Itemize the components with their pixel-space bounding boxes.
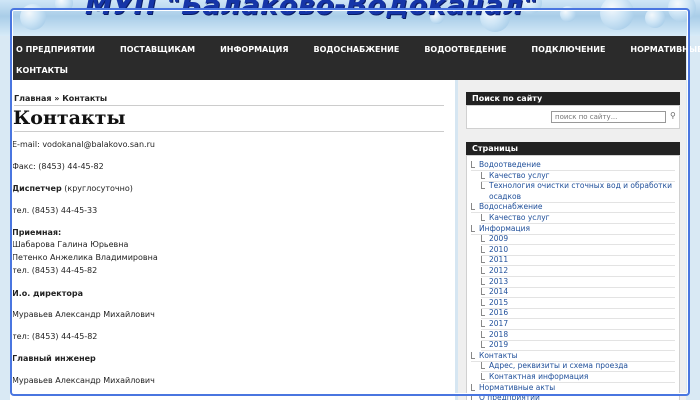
page-list-separator (481, 339, 675, 341)
page-list-item[interactable]: Нормативные акты (479, 383, 555, 392)
page-list-separator (481, 286, 675, 288)
page-list-bullet (481, 256, 485, 264)
page-list-subitem[interactable]: 2010 (489, 245, 508, 254)
page-list-subitem[interactable]: 2016 (489, 308, 508, 317)
breadcrumb: Главная » Контакты (14, 94, 107, 103)
page-list-bullet (481, 182, 485, 190)
page-list-bullet (471, 394, 475, 400)
nav-item-water-supply[interactable]: ВОДОСНАБЖЕНИЕ (314, 45, 400, 54)
title-divider (14, 131, 444, 132)
page-list-bullet (481, 330, 485, 338)
page-list-item[interactable]: Контакты (479, 351, 518, 360)
dispatcher-note: (круглосуточно) (64, 184, 133, 193)
page-list-bullet (481, 373, 485, 380)
page-list-bullet (481, 277, 485, 285)
page-list-subitem[interactable]: Контактная информация (489, 372, 588, 381)
reception-label: Приемная: (12, 228, 62, 237)
page-list-subitem[interactable]: Качество услуг (489, 213, 550, 222)
page-list-separator (481, 307, 675, 309)
page-list-bullet (481, 320, 485, 327)
page-list-bullet (481, 171, 485, 179)
search-widget: ⚲ (466, 105, 680, 129)
reception-person-2: Петенко Анжелика Владимировна (12, 253, 158, 262)
nav-item-contacts[interactable]: КОНТАКТЫ (16, 66, 68, 75)
site-title[interactable]: МУП "Балаково-Водоканал" (85, 0, 538, 21)
pages-widget-title: Страницы (466, 142, 680, 155)
breadcrumb-separator: » (54, 94, 60, 103)
fax-line: Факс: (8453) 44-45-82 (12, 162, 104, 171)
page-list-bullet (481, 362, 485, 370)
page-list-bullet (471, 383, 475, 391)
page-list-bullet (481, 267, 485, 274)
page-list-bullet (471, 161, 475, 168)
page-list-bullet (481, 298, 485, 306)
page-list-separator (481, 297, 675, 299)
page-list-bullet (481, 341, 485, 349)
page-list-subitem[interactable]: 2009 (489, 234, 508, 243)
page-list-subitem[interactable]: Технология очистки сточных вод и обработ… (489, 181, 672, 190)
page-list-bullet (471, 203, 475, 211)
reception-person-1: Шабарова Галина Юрьевна (12, 240, 129, 249)
main-navigation: О ПРЕДПРИЯТИИ ПОСТАВЩИКАМ ИНФОРМАЦИЯ ВОД… (10, 36, 700, 80)
page-list-separator (481, 329, 675, 330)
page-list-bullet (481, 309, 485, 317)
page-list-bullet (481, 245, 485, 253)
pages-widget: Водоотведение Качество услуг Технология оч… (466, 155, 680, 400)
page-list-separator (481, 254, 675, 256)
page-list-subitem[interactable]: 2013 (489, 277, 508, 286)
page-list-subitem[interactable]: Качество услуг (489, 171, 550, 180)
page-list-bullet (481, 288, 485, 296)
chief-engineer-label: Главный инженер (12, 354, 96, 363)
nav-item-about[interactable]: О ПРЕДПРИЯТИИ (16, 45, 95, 54)
page-list-subitem[interactable]: Адрес, реквизиты и схема проезда (489, 361, 628, 370)
page-list-subitem[interactable]: 2011 (489, 255, 508, 264)
search-icon[interactable]: ⚲ (670, 111, 676, 120)
breadcrumb-divider (14, 105, 444, 106)
page-viewport: МУП "Балаково-Водоканал" О ПРЕДПРИЯТИИ П… (0, 0, 700, 400)
page-list-subitem[interactable]: 2018 (489, 330, 508, 339)
search-input[interactable] (551, 111, 666, 123)
page-list-subitem[interactable]: 2017 (489, 319, 508, 328)
reception-phone: тел. (8453) 44-45-82 (12, 266, 98, 275)
nav-item-regulations[interactable]: НОРМАТИВНЫЕ АКТЫ (630, 45, 700, 54)
dispatcher-phone: тел. (8453) 44-45-33 (12, 206, 98, 215)
breadcrumb-current: Контакты (62, 94, 108, 103)
page-list-bullet (471, 224, 475, 232)
email-line[interactable]: E-mail: vodokanal@balakovo.san.ru (12, 140, 155, 149)
site-header-banner: МУП "Балаково-Водоканал" (0, 0, 700, 36)
page-list-item[interactable]: Водоснабжение (479, 202, 543, 211)
director-label: И.о. директора (12, 289, 83, 298)
page-list-bullet (471, 351, 475, 359)
dispatcher-label: Диспетчер (12, 184, 62, 193)
page-list-item[interactable]: О предприятии (479, 393, 540, 400)
page-list-subitem[interactable]: 2019 (489, 340, 508, 349)
sidebar: Поиск по сайту ⚲ Страницы Водоотведение К… (458, 80, 686, 400)
search-widget-title: Поиск по сайту (466, 92, 680, 105)
page-border-right (686, 36, 700, 400)
nav-item-connection[interactable]: ПОДКЛЮЧЕНИЕ (531, 45, 605, 54)
page-list-separator (481, 318, 675, 320)
page-list-bullet (481, 214, 485, 221)
director-phone: тел: (8453) 44-45-82 (12, 332, 98, 341)
page-list-bullet (481, 235, 485, 243)
chief-engineer-name: Муравьев Александр Михайлович (12, 376, 155, 385)
nav-item-suppliers[interactable]: ПОСТАВЩИКАМ (120, 45, 195, 54)
breadcrumb-home[interactable]: Главная (14, 94, 51, 103)
page-list-separator (481, 265, 675, 267)
dispatcher-line: Диспетчер (круглосуточно) (12, 184, 133, 193)
page-title: Контакты (13, 107, 126, 129)
nav-item-wastewater[interactable]: ВОДООТВЕДЕНИЕ (424, 45, 506, 54)
page-list-item[interactable]: Водоотведение (479, 160, 541, 169)
main-content: Главная » Контакты Контакты E-mail: vodo… (10, 80, 455, 400)
page-list-subitem[interactable]: 2012 (489, 266, 508, 275)
page-list-subitem[interactable]: 2014 (489, 287, 508, 296)
nav-item-information[interactable]: ИНФОРМАЦИЯ (220, 45, 288, 54)
page-list-separator (481, 276, 675, 277)
page-list-subitem[interactable]: 2015 (489, 298, 508, 307)
page-border-left (0, 36, 10, 400)
director-name: Муравьев Александр Михайлович (12, 310, 155, 319)
page-list-subitem[interactable]: осадков (489, 192, 521, 201)
page-list-item[interactable]: Информация (479, 224, 530, 233)
page-list-separator (481, 244, 675, 246)
